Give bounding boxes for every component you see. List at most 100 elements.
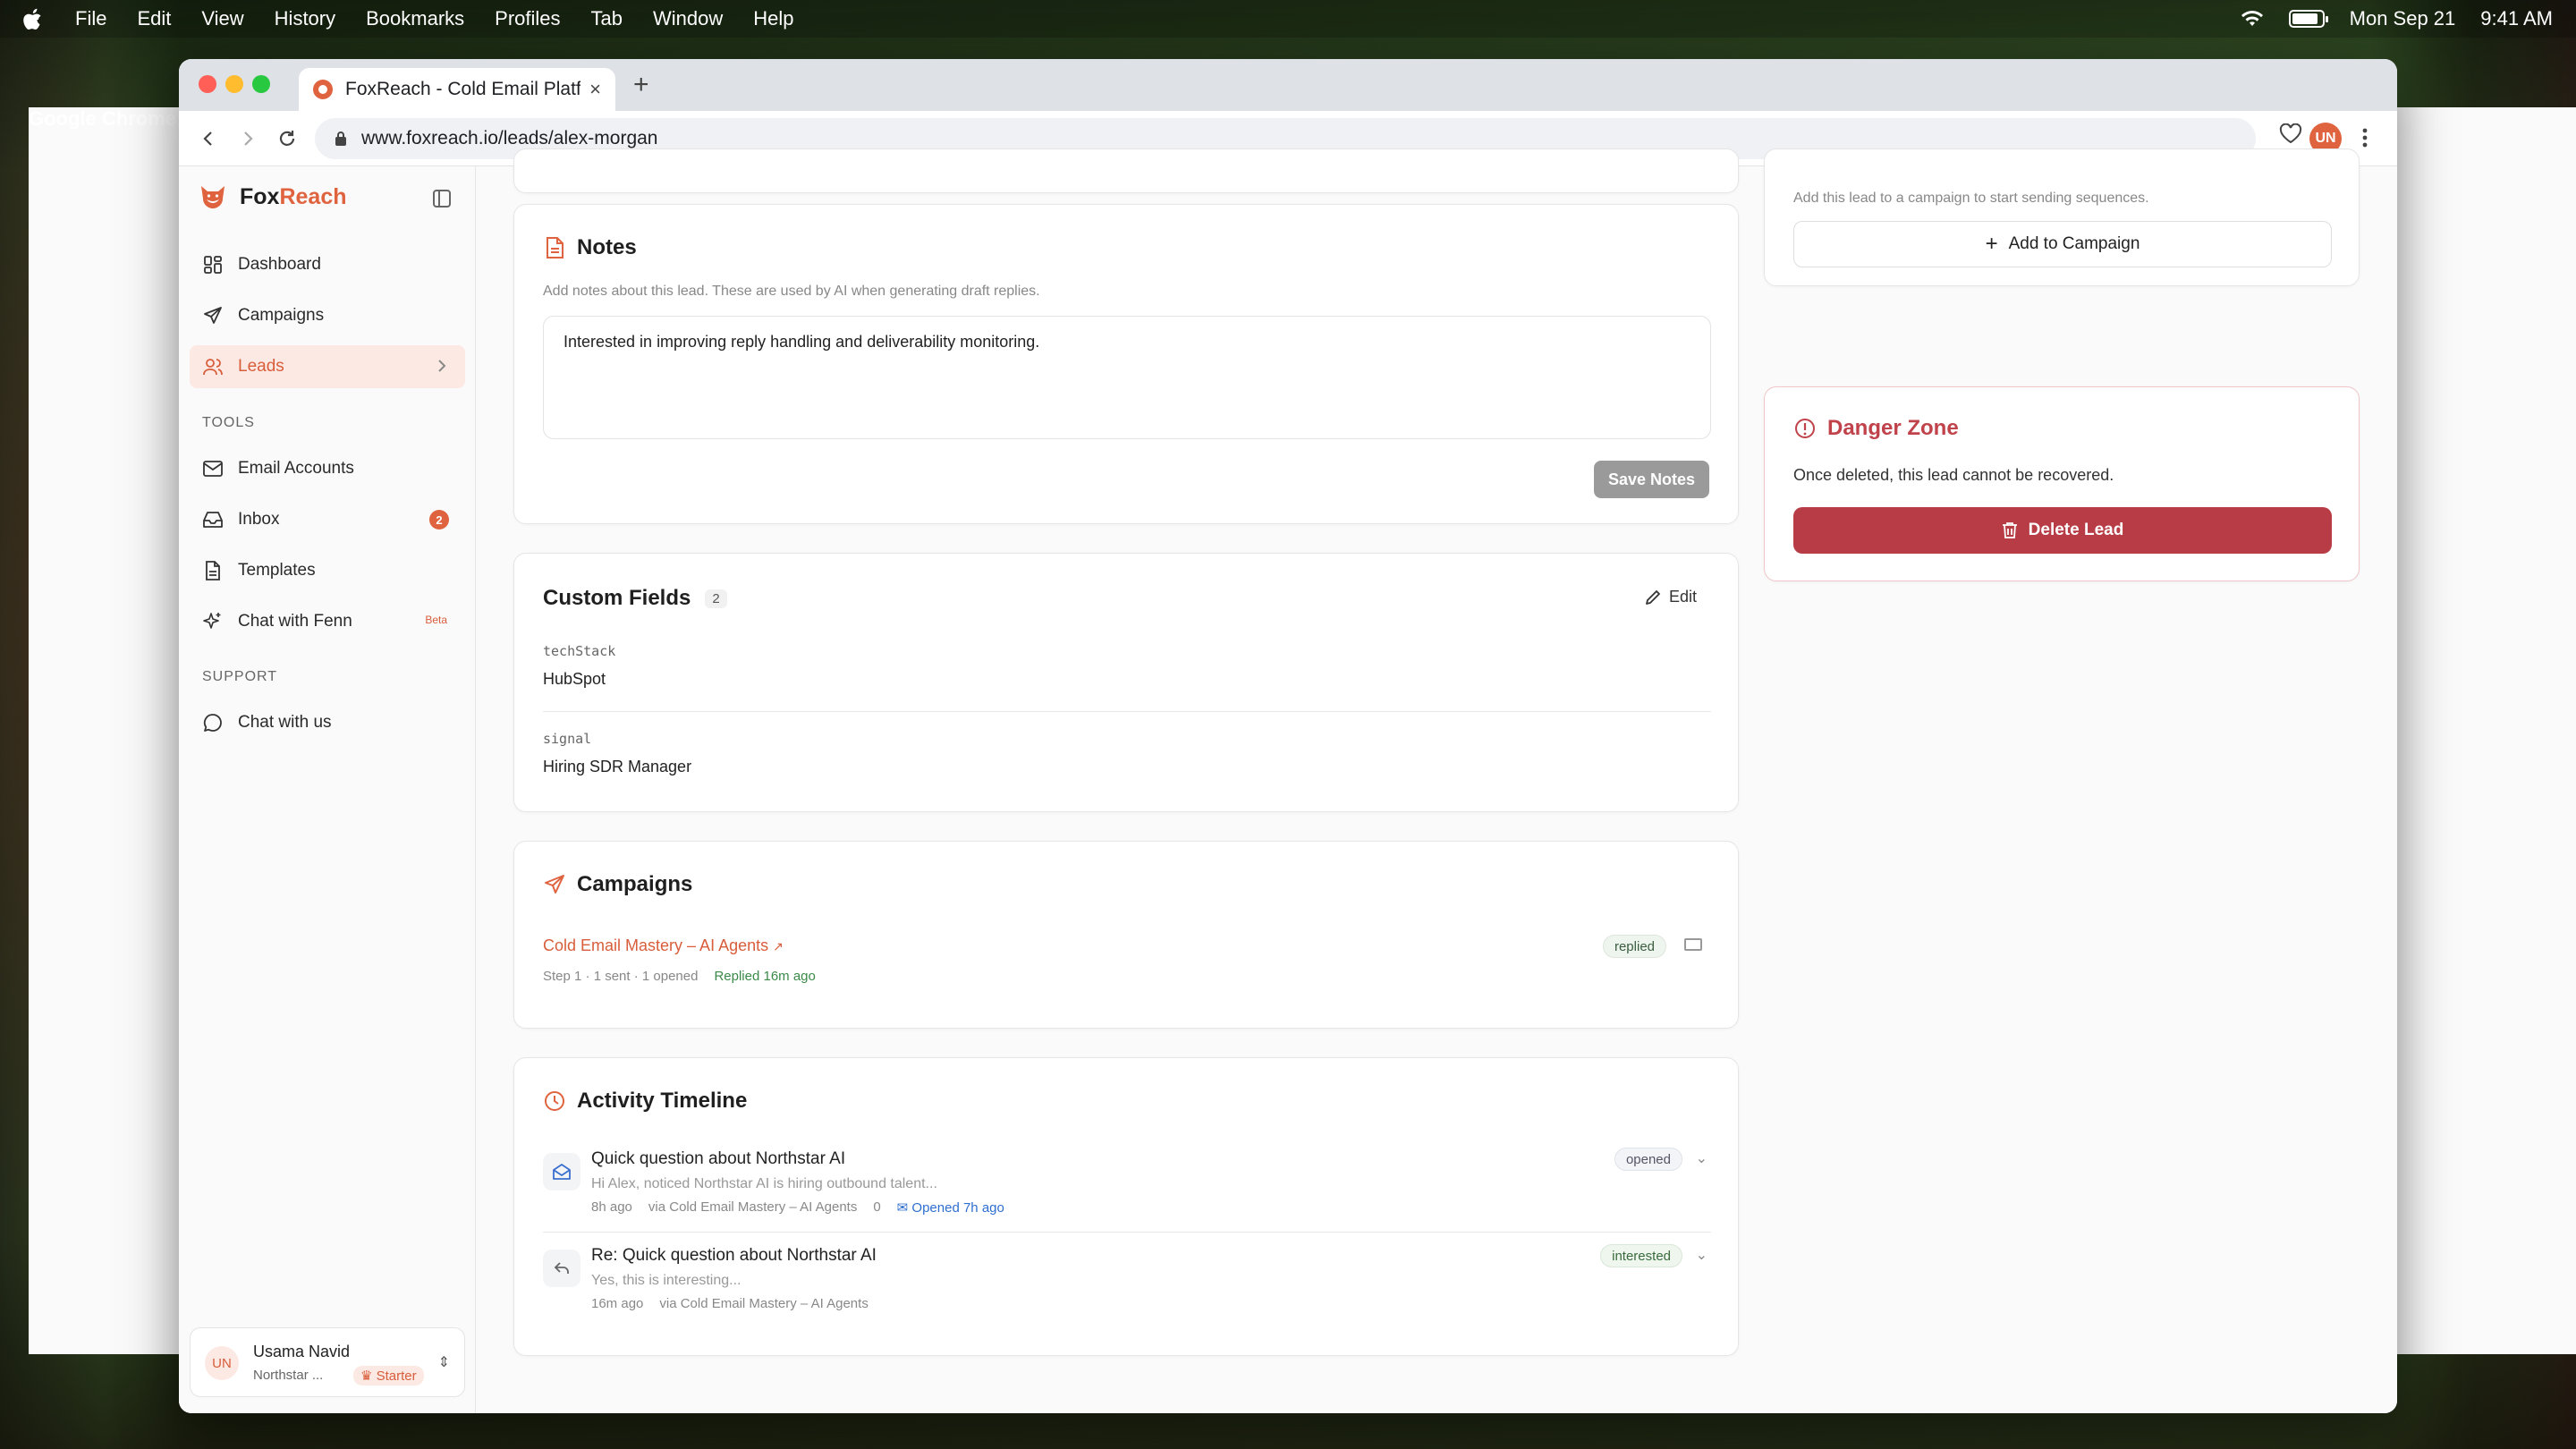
browser-tab-active[interactable]: FoxReach - Cold Email Platf... × — [299, 68, 615, 111]
sidebar-toggle-icon[interactable] — [433, 190, 451, 208]
user-account-switcher[interactable]: UN Usama Navid Northstar ... ♛ Starter ⇕ — [190, 1327, 465, 1397]
activity-timeline-card: Activity Timeline Quick question about N… — [513, 1057, 1739, 1356]
menu-view[interactable]: View — [201, 7, 243, 30]
menu-tab[interactable]: Tab — [591, 7, 623, 30]
forward-icon[interactable] — [233, 123, 263, 154]
add-to-campaign-button[interactable]: + Add to Campaign — [1793, 221, 2332, 267]
chat-icon — [202, 712, 224, 733]
timeline-preview: Hi Alex, noticed Northstar AI is hiring … — [591, 1176, 937, 1191]
menu-profiles[interactable]: Profiles — [495, 7, 560, 30]
menu-file[interactable]: File — [75, 7, 106, 30]
delete-lead-label: Delete Lead — [2028, 521, 2124, 539]
lock-icon — [335, 131, 346, 146]
sidebar: Fox Reach Dashboard Campaigns Leads TOOLS… — [179, 166, 476, 1413]
browser-window: FoxReach - Cold Email Platf... × + www.f… — [179, 59, 2397, 1413]
sidebar-item-templates[interactable]: Templates — [190, 549, 465, 592]
user-name: Usama Navid — [253, 1343, 351, 1360]
edit-fields-button[interactable]: Edit — [1644, 588, 1697, 606]
campaigns-card: Campaigns Cold Email Mastery – AI Agents… — [513, 841, 1739, 1029]
tab-close-icon[interactable]: × — [589, 78, 601, 101]
sidebar-item-dashboard[interactable]: Dashboard — [190, 243, 465, 286]
sidebar-item-leads[interactable]: Leads — [190, 345, 465, 388]
custom-fields-title: Custom Fields — [543, 586, 691, 610]
brand-logo[interactable]: Fox Reach — [199, 182, 347, 211]
tab-strip: FoxReach - Cold Email Platf... × + — [179, 59, 2397, 111]
notes-textarea[interactable]: Interested in improving reply handling a… — [543, 316, 1711, 439]
menu-edit[interactable]: Edit — [137, 7, 171, 30]
menu-history[interactable]: History — [275, 7, 335, 30]
chevron-down-icon[interactable]: ⌄ — [1696, 1246, 1707, 1264]
custom-fields-count: 2 — [705, 589, 727, 608]
menu-window[interactable]: Window — [653, 7, 723, 30]
back-icon[interactable] — [193, 123, 224, 154]
battery-icon[interactable] — [2288, 10, 2328, 28]
menu-date[interactable]: Mon Sep 21 — [2350, 7, 2456, 30]
campaigns-title-row: Campaigns — [543, 872, 692, 897]
field-key: techStack — [543, 643, 616, 659]
send-icon — [202, 305, 224, 326]
danger-title: Danger Zone — [1827, 416, 1959, 440]
chevron-down-icon[interactable]: ⌄ — [1696, 1149, 1707, 1167]
brand-name-reach: Reach — [279, 183, 347, 209]
send-icon — [545, 875, 564, 894]
menu-bar: Google Chrome File Edit View History Boo… — [0, 0, 2576, 1354]
campaign-meta: Step 1 · 1 sent · 1 opened Replied 16m ag… — [543, 969, 816, 984]
campaign-link[interactable]: Cold Email Mastery – AI Agents ↗ — [543, 936, 784, 955]
sidebar-item-chat-with-fenn[interactable]: Chat with Fenn Beta — [190, 600, 465, 643]
reply-icon — [543, 1250, 580, 1287]
status-badge: opened — [1614, 1148, 1682, 1171]
campaigns-title: Campaigns — [577, 872, 693, 896]
sidebar-section-support: SUPPORT — [202, 669, 278, 684]
card-top-partial — [513, 148, 1739, 193]
add-campaign-card: Add this lead to a campaign to start sen… — [1764, 148, 2360, 286]
sidebar-item-label: Chat with Fenn — [238, 612, 352, 631]
menu-time[interactable]: 9:41 AM — [2480, 7, 2553, 30]
timeline-subject: Re: Quick question about Northstar AI — [591, 1246, 877, 1265]
add-to-campaign-label: Add to Campaign — [2008, 234, 2140, 253]
danger-title-row: Danger Zone — [1793, 416, 1959, 441]
menu-bookmarks[interactable]: Bookmarks — [366, 7, 464, 30]
sidebar-item-label: Dashboard — [238, 255, 321, 274]
mail-icon — [202, 458, 224, 479]
maximize-window-button[interactable] — [252, 75, 270, 93]
timeline-meta: 16m ago via Cold Email Mastery – AI Agen… — [591, 1296, 869, 1311]
delete-lead-button[interactable]: Delete Lead — [1793, 507, 2332, 554]
browser-menu-icon[interactable] — [2361, 127, 2368, 148]
sidebar-item-inbox[interactable]: Inbox 2 — [190, 498, 465, 541]
envelope-open-icon — [543, 1153, 580, 1191]
reload-icon[interactable] — [272, 123, 302, 154]
field-key: signal — [543, 731, 592, 747]
apple-icon[interactable] — [23, 7, 45, 30]
wifi-icon[interactable] — [2241, 10, 2264, 28]
timeline-count: 0 — [873, 1199, 881, 1215]
timeline-opened: ✉ Opened 7h ago — [896, 1200, 1004, 1216]
foxreach-favicon-icon — [313, 80, 333, 99]
sidebar-item-campaigns[interactable]: Campaigns — [190, 294, 465, 337]
brand-name-fox: Fox — [240, 183, 280, 209]
mail-icon[interactable] — [1684, 938, 1702, 951]
save-notes-button[interactable]: Save Notes — [1593, 461, 1709, 498]
chevron-right-icon — [435, 356, 449, 381]
close-window-button[interactable] — [199, 75, 216, 93]
sidebar-item-email-accounts[interactable]: Email Accounts — [190, 447, 465, 490]
timeline-when: 16m ago — [591, 1296, 644, 1311]
danger-zone-card: Danger Zone Once deleted, this lead cann… — [1764, 386, 2360, 581]
minimize-window-button[interactable] — [225, 75, 243, 93]
custom-fields-card: Custom Fields 2 Edit techStack HubSpot s… — [513, 553, 1739, 812]
avatar: UN — [205, 1346, 239, 1380]
field-value: Hiring SDR Manager — [543, 758, 692, 775]
new-tab-icon[interactable]: + — [633, 70, 649, 100]
timeline-preview: Yes, this is interesting... — [591, 1273, 741, 1288]
timeline-title: Activity Timeline — [577, 1089, 748, 1113]
sidebar-item-label: Chat with us — [238, 713, 332, 732]
foxreach-app: Fox Reach Dashboard Campaigns Leads TOOLS… — [179, 148, 2397, 1413]
sidebar-item-chat-with-us[interactable]: Chat with us — [190, 701, 465, 744]
campaign-replied: Replied 16m ago — [714, 969, 816, 984]
tab-title: FoxReach - Cold Email Platf... — [345, 79, 581, 99]
notes-card: Notes Add notes about this lead. These a… — [513, 204, 1739, 524]
notes-icon — [547, 237, 564, 258]
sparkles-icon — [202, 611, 224, 632]
bookmark-heart-icon[interactable] — [2279, 123, 2302, 145]
menu-help[interactable]: Help — [753, 7, 793, 30]
sidebar-item-label: Leads — [238, 357, 284, 376]
